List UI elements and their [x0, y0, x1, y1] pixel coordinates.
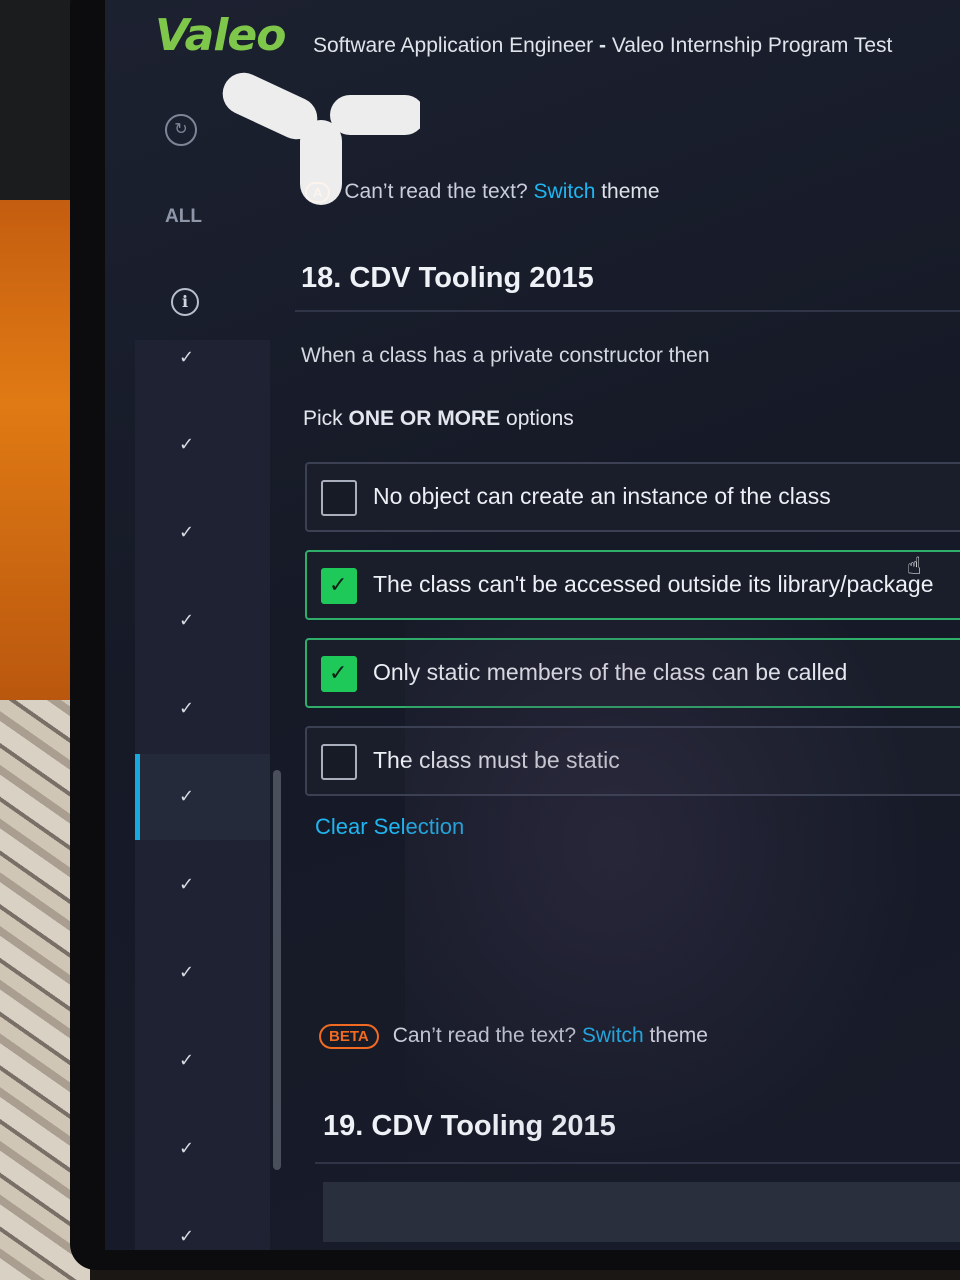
option-checkbox[interactable]: ✓ [321, 744, 357, 780]
check-icon: ✓ [179, 522, 195, 543]
theme-notice: BETA Can’t read the text? Switch theme [319, 1024, 708, 1049]
switch-theme-link[interactable]: Switch [534, 180, 596, 203]
answer-option[interactable]: ✓ No object can create an instance of th… [305, 462, 960, 532]
clear-selection-link[interactable]: Clear Selection [315, 814, 464, 840]
check-icon: ✓ [179, 698, 195, 719]
option-checkbox[interactable]: ✓ [321, 480, 357, 516]
sidebar-question-item[interactable]: ✓ [135, 402, 270, 488]
sidebar-question-item[interactable]: ✓ [135, 1018, 270, 1104]
check-icon: ✓ [179, 1226, 195, 1247]
sidebar-question-item[interactable]: ✓ [135, 666, 270, 752]
next-question-panel [323, 1182, 960, 1242]
option-label: No object can create an instance of the … [373, 483, 831, 509]
pick-instruction: Pick ONE OR MORE options [303, 407, 574, 431]
question-title: 18. CDV Tooling 2015 [301, 262, 594, 294]
check-icon: ✓ [179, 347, 195, 368]
current-indicator [135, 754, 140, 840]
pick-emphasis: ONE OR MORE [348, 407, 501, 430]
check-icon: ✓ [179, 874, 195, 895]
sidebar-question-item[interactable]: ✓ [135, 490, 270, 576]
question-sidebar: ↻ ALL i ✓ ✓ ✓ ✓ ✓ ✓ ✓ ✓ ✓ ✓ ✓ [135, 90, 281, 1250]
check-icon: ✓ [329, 660, 348, 685]
valeo-logo: Valeo [155, 10, 286, 61]
check-icon: ✓ [179, 610, 195, 631]
question-title: 19. CDV Tooling 2015 [323, 1110, 616, 1142]
check-icon: ✓ [179, 434, 195, 455]
question-text: When a class has a private constructor t… [301, 344, 710, 367]
option-label: The class must be static [373, 747, 620, 773]
hand-cursor-icon: ☝ [907, 553, 922, 580]
check-icon: ✓ [179, 1050, 195, 1071]
divider [295, 310, 960, 312]
answer-option[interactable]: ✓ The class must be static [305, 726, 960, 796]
pick-prefix: Pick [303, 407, 349, 430]
check-icon: ✓ [179, 786, 195, 807]
check-icon: ✓ [329, 572, 348, 597]
filter-all[interactable]: ALL [165, 206, 202, 228]
sidebar-question-item[interactable]: ✓ [135, 842, 270, 928]
theme-notice-text: Can’t read the text? [392, 1024, 582, 1048]
test-screen: Valeo Software Application Engineer - Va… [105, 0, 960, 1250]
sidebar-question-item[interactable]: ✓ [135, 578, 270, 664]
page-title-separator: - [593, 34, 612, 57]
page-title-program: Valeo Internship Program Test [611, 34, 893, 57]
sidebar-question-item[interactable]: ✓ [135, 315, 270, 401]
option-checkbox[interactable]: ✓ [321, 568, 357, 604]
answer-option[interactable]: ✓ Only static members of the class can b… [305, 638, 960, 708]
sidebar-question-item[interactable]: ✓ [135, 1106, 270, 1192]
theme-notice-suffix: theme [643, 1024, 708, 1048]
divider [315, 1162, 960, 1164]
info-icon[interactable]: i [171, 288, 199, 316]
light-glare [222, 72, 420, 205]
page-title-role: Software Application Engineer [313, 34, 594, 57]
check-icon: ✓ [179, 1138, 195, 1159]
option-checkbox[interactable]: ✓ [321, 656, 357, 692]
check-icon: ✓ [179, 962, 195, 983]
sidebar-question-item[interactable]: ✓ [135, 930, 270, 1016]
sidebar-question-item-current[interactable]: ✓ [135, 754, 270, 840]
switch-theme-link[interactable]: Switch [582, 1024, 644, 1047]
refresh-icon[interactable]: ↻ [165, 114, 197, 146]
sidebar-scrollbar[interactable] [273, 770, 281, 1170]
option-label: Only static members of the class can be … [373, 659, 848, 685]
page-title: Software Application Engineer - Valeo In… [313, 34, 892, 58]
beta-badge: BETA [319, 1024, 379, 1049]
pick-suffix: options [500, 407, 574, 430]
theme-notice-suffix: theme [595, 180, 660, 203]
sidebar-question-item[interactable]: ✓ [135, 1194, 270, 1250]
option-label: The class can't be accessed outside its … [373, 571, 934, 597]
answer-option[interactable]: ✓ The class can't be accessed outside it… [305, 550, 960, 620]
